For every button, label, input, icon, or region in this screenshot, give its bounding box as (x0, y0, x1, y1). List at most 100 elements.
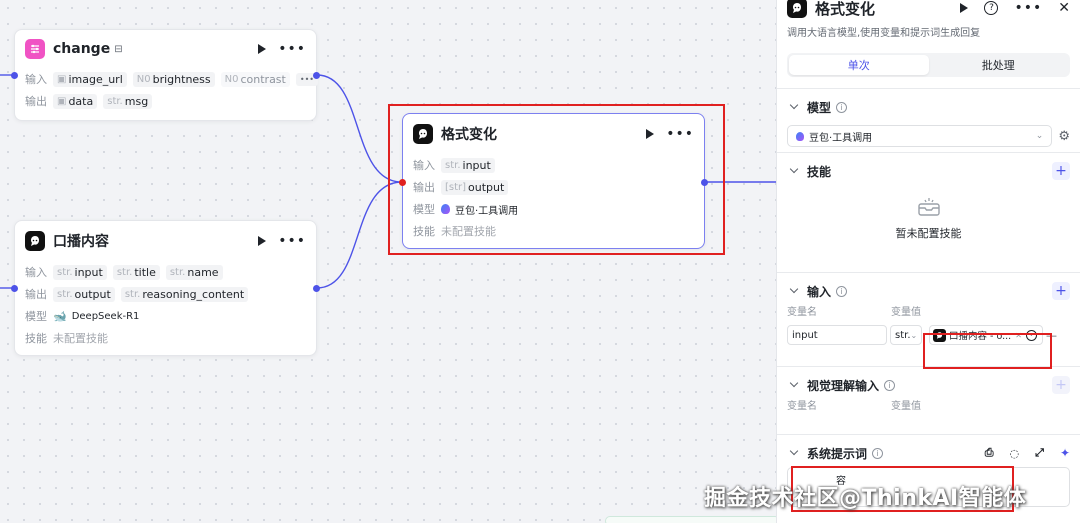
mode-tabs: 单次 批处理 (787, 53, 1070, 77)
more-icon[interactable]: ••• (278, 42, 306, 56)
param-type: N0 (224, 73, 239, 85)
output-label: 输出 (25, 95, 47, 108)
help-icon[interactable]: ? (984, 1, 999, 15)
empty-text: 暂未配置技能 (895, 227, 962, 240)
tab-single[interactable]: 单次 (789, 55, 929, 75)
port-broadcast-out[interactable] (313, 285, 320, 292)
param-name: title (134, 265, 156, 279)
param-name: data (68, 94, 94, 108)
chevron-down-icon: ⌄ (910, 330, 918, 340)
node-config-panel[interactable]: 格式变化 ? ••• ✕ 调用大语言模型,使用变量和提示词生成回复 单次 批处理… (776, 0, 1080, 523)
empty-box-icon (917, 198, 940, 216)
add-skill-button[interactable]: + (1052, 162, 1070, 180)
workflow-canvas[interactable]: change ⊟ ••• 输入 ▣ image_url N0 brightness … (0, 0, 780, 523)
port-change-in[interactable] (11, 72, 18, 79)
param-type: str. (116, 266, 133, 278)
param-tag: N0 contrast (220, 71, 290, 87)
param-type: str. (57, 266, 73, 278)
chevron-down-icon[interactable] (789, 100, 799, 110)
param-type: str. (57, 288, 73, 300)
run-icon[interactable] (258, 236, 267, 246)
chevron-down-icon[interactable] (789, 164, 799, 174)
col-value-label: 变量值 (891, 401, 921, 412)
watermark: 掘金技术社区@ThinkAI智能体 (704, 486, 1027, 511)
image-type-icon: ▣ (57, 73, 67, 85)
highlight-box-input-ref (923, 333, 1052, 369)
info-icon[interactable]: i (836, 101, 848, 113)
port-broadcast-in[interactable] (11, 285, 18, 292)
var-name-input[interactable]: input (787, 325, 887, 345)
param-type: str. (107, 95, 123, 107)
model-value: 豆包·工具调用 (809, 132, 873, 144)
minimap-edge (605, 516, 780, 523)
deepseek-icon: 🐋 (53, 309, 67, 323)
info-icon[interactable]: i (836, 285, 848, 297)
llm-icon (787, 0, 807, 18)
param-name: output (74, 287, 111, 301)
info-icon[interactable]: i (884, 379, 896, 391)
param-tag: str. reasoning_content (120, 286, 249, 302)
expand-icon[interactable]: ⤢ (1035, 446, 1044, 460)
vision-section: 视觉理解输入 i + 变量名 变量值 (777, 366, 1080, 434)
settings-icon[interactable]: ⚙ (1058, 129, 1070, 144)
library-icon[interactable]: ⎙ (985, 446, 994, 460)
node-broadcast[interactable]: 口播内容 ••• 输入 str. input str. title str. name… (14, 220, 317, 356)
port-change-out[interactable] (313, 72, 320, 79)
param-type: N0 (136, 73, 151, 85)
skill-label: 技能 (25, 332, 47, 345)
run-icon[interactable] (960, 3, 969, 13)
chevron-down-icon[interactable] (789, 378, 799, 388)
output-label: 输出 (25, 288, 47, 301)
section-label: 模型 (807, 100, 832, 115)
param-tag: str. title (112, 264, 160, 280)
adjust-icon (25, 39, 45, 59)
chevron-down-icon: ⌄ (1035, 131, 1044, 141)
input-label: 输入 (25, 73, 47, 86)
chevron-down-icon[interactable] (789, 284, 799, 294)
col-value-label: 变量值 (891, 307, 921, 318)
plugin-icon: ⊟ (114, 43, 123, 55)
node-title: 口播内容 (53, 234, 109, 250)
panel-title: 格式变化 (815, 0, 876, 18)
section-label: 系统提示词 (807, 446, 868, 461)
run-icon[interactable] (258, 44, 267, 54)
info-icon[interactable]: i (872, 447, 884, 459)
param-type: str. (124, 288, 141, 300)
model-section: 模型 i 豆包·工具调用 ⌄ ⚙ (777, 88, 1080, 152)
param-type: str. (169, 266, 186, 278)
add-input-button[interactable]: + (1052, 282, 1070, 300)
col-name-label: 变量名 (787, 401, 817, 412)
close-icon[interactable]: ✕ (1058, 0, 1070, 16)
param-tag: str. name (165, 264, 223, 280)
skill-section: 技能 + 暂未配置技能 (777, 152, 1080, 272)
param-name: name (187, 265, 219, 279)
model-label: 模型 (25, 310, 47, 323)
param-tag: N0 brightness (132, 71, 215, 87)
var-type-select[interactable]: str. ⌄ (890, 325, 922, 345)
param-tag: str. msg (103, 93, 153, 109)
more-icon[interactable]: ••• (1014, 1, 1042, 15)
model-name: DeepSeek-R1 (71, 310, 140, 322)
param-name: brightness (152, 72, 211, 86)
chevron-down-icon[interactable] (789, 446, 799, 456)
ai-sparkle-icon[interactable]: ✦ (1060, 446, 1070, 460)
tab-batch[interactable]: 批处理 (929, 55, 1069, 75)
param-name: input (74, 265, 103, 279)
param-name: contrast (240, 72, 286, 86)
section-label: 技能 (807, 164, 832, 179)
param-tag: str. input (53, 264, 107, 280)
model-select[interactable]: 豆包·工具调用 ⌄ (787, 125, 1053, 147)
param-tag: ▣ data (53, 93, 98, 109)
add-vision-button[interactable]: + (1052, 376, 1070, 394)
section-label: 视觉理解输入 (807, 378, 880, 393)
param-name: reasoning_content (142, 287, 245, 301)
highlight-box-format-node (388, 104, 725, 255)
col-name-label: 变量名 (787, 307, 817, 318)
lightbulb-icon[interactable]: ◌ (1010, 447, 1020, 460)
param-name: image_url (68, 72, 123, 86)
more-icon[interactable]: ••• (278, 234, 306, 248)
node-change[interactable]: change ⊟ ••• 输入 ▣ image_url N0 brightness … (14, 29, 319, 121)
type-value: str. (895, 329, 911, 341)
doubao-icon (796, 131, 804, 141)
panel-header: 格式变化 ? ••• ✕ (777, 0, 1080, 18)
